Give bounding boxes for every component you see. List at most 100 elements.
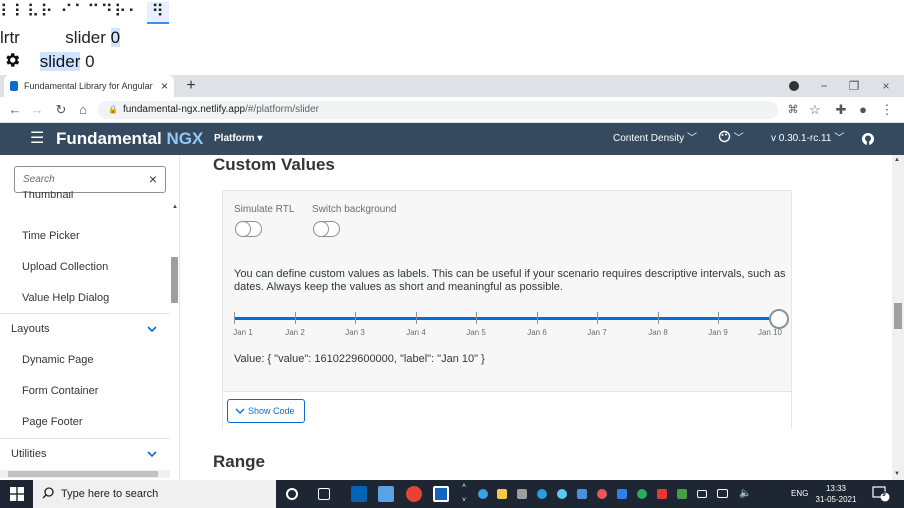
show-code-button[interactable]: Show Code xyxy=(227,399,305,423)
new-tab-button[interactable]: + xyxy=(182,75,200,97)
shell-bar: ☰ Fundamental NGX Platform ▾ Content Den… xyxy=(0,123,904,155)
tray-app-icon[interactable] xyxy=(577,489,587,499)
brand-title[interactable]: Fundamental NGX xyxy=(56,123,203,155)
translate-icon[interactable]: ⌘ xyxy=(784,97,802,123)
product-menu-button[interactable]: Platform ▾ xyxy=(214,123,262,155)
forward-icon[interactable]: → xyxy=(28,97,46,123)
taskbar-search-placeholder: Type here to search xyxy=(61,488,159,500)
sidebar-item-upload-collection[interactable]: Upload Collection xyxy=(0,252,170,283)
slider-label-selected: slider xyxy=(39,52,81,71)
search-input[interactable]: Search × xyxy=(14,166,166,193)
search-icon xyxy=(42,480,54,508)
cortana-icon[interactable] xyxy=(286,488,298,500)
notification-count: 9 xyxy=(882,491,886,498)
task-view-icon[interactable] xyxy=(318,488,330,500)
slider-tick xyxy=(476,312,477,324)
slider-tick-label: Jan 8 xyxy=(648,328,668,337)
braille-selected-cell[interactable]: ⠻ xyxy=(147,2,169,24)
page-scroll-up-icon[interactable]: ▲ xyxy=(894,157,900,163)
tray-app-icon[interactable] xyxy=(597,489,607,499)
sidebar-item-value-help-dialog[interactable]: Value Help Dialog xyxy=(0,283,170,314)
switch-background-label: Switch background xyxy=(312,204,397,215)
bookmark-star-icon[interactable]: ☆ xyxy=(806,97,824,123)
sidebar-item-thumbnail[interactable]: Thumbnail xyxy=(0,191,170,207)
page-scrollbar-thumb[interactable] xyxy=(894,303,902,329)
switch-background-toggle[interactable] xyxy=(313,221,340,237)
simulate-rtl-toggle[interactable] xyxy=(235,221,262,237)
clear-search-icon[interactable]: × xyxy=(149,167,157,192)
tab-title: Fundamental Library for Angular xyxy=(24,81,153,91)
github-icon[interactable] xyxy=(861,132,875,146)
battery-icon[interactable] xyxy=(697,490,707,498)
chevron-down-icon: ﹀ xyxy=(686,133,697,144)
home-icon[interactable]: ⌂ xyxy=(74,97,92,123)
browser-tab[interactable]: Fundamental Library for Angular × xyxy=(4,75,174,97)
volume-icon[interactable]: 🔈 xyxy=(739,480,751,508)
slider-tick xyxy=(234,312,235,324)
language-indicator[interactable]: ENG xyxy=(791,480,808,508)
sidebar-horizontal-scroll-thumb[interactable] xyxy=(8,471,158,477)
tab-close-icon[interactable]: × xyxy=(161,79,168,93)
slider-track[interactable] xyxy=(234,317,780,320)
sidebar-item-time-picker[interactable]: Time Picker xyxy=(0,221,170,252)
app-icon-2[interactable] xyxy=(433,486,449,502)
show-hidden-icons[interactable]: ˄ ˅ xyxy=(462,480,470,508)
notification-icon[interactable]: 9 xyxy=(872,486,890,502)
clock-time: 13:33 xyxy=(825,484,847,493)
palette-icon xyxy=(718,130,731,143)
tray-app-icon[interactable] xyxy=(677,489,687,499)
tray-mail-icon[interactable] xyxy=(497,489,507,499)
custom-values-slider[interactable]: Jan 1 Jan 2 Jan 3 Jan 4 Jan 5 Jan 6 Jan 7 Jan 8… xyxy=(233,309,789,341)
taskbar-search-input[interactable]: Type here to search xyxy=(33,480,276,508)
account-icon[interactable]: ● xyxy=(854,97,872,123)
example-card: Simulate RTL Switch background You can d… xyxy=(222,190,792,429)
slider-tick-label: Jan 1 xyxy=(233,328,253,337)
section-title: Custom Values xyxy=(213,155,335,174)
app-icon[interactable] xyxy=(378,486,394,502)
theme-dropdown[interactable]: ﹀ xyxy=(718,123,744,155)
version-dropdown[interactable]: v 0.30.1-rc.11 ﹀ xyxy=(771,123,844,155)
slider-tick-label: Jan 4 xyxy=(406,328,426,337)
scroll-up-icon[interactable]: ▲ xyxy=(172,204,178,210)
tray-app-icon[interactable] xyxy=(617,489,627,499)
slider-value: 0 xyxy=(110,28,121,47)
slider-tick xyxy=(355,312,356,324)
tray-app-icon[interactable] xyxy=(517,489,527,499)
tray-app-icon[interactable] xyxy=(478,489,488,499)
tray-app-icon[interactable] xyxy=(637,489,647,499)
tray-shield-icon[interactable] xyxy=(657,489,667,499)
tray-app-icon[interactable] xyxy=(537,489,547,499)
slider-tick xyxy=(718,312,719,324)
tray-app-icon[interactable] xyxy=(557,489,567,499)
sidebar-scrollbar-thumb[interactable] xyxy=(171,257,178,303)
sidebar-group-layouts[interactable]: Layouts xyxy=(0,313,170,344)
restore-button[interactable]: ❐ xyxy=(840,75,868,97)
close-window-button[interactable]: × xyxy=(872,75,900,97)
clock[interactable]: 13:33 31-05-2021 xyxy=(814,483,858,505)
minimize-button[interactable]: − xyxy=(810,75,838,97)
slider-tick-label: Jan 3 xyxy=(345,328,365,337)
slider-handle[interactable] xyxy=(769,309,789,329)
back-icon[interactable]: ← xyxy=(6,97,24,123)
page-scroll-down-icon[interactable]: ▼ xyxy=(894,471,900,477)
sidebar-item-dynamic-page[interactable]: Dynamic Page xyxy=(0,345,170,376)
browser-menu-icon[interactable]: ⋮ xyxy=(878,97,896,123)
version-label: v 0.30.1-rc.11 xyxy=(771,133,832,144)
network-icon[interactable] xyxy=(717,489,728,498)
sidebar-group-utilities[interactable]: Utilities xyxy=(0,438,170,469)
extensions-icon[interactable]: ✚ xyxy=(832,97,850,123)
reload-icon[interactable]: ↻ xyxy=(52,97,70,123)
chevron-down-icon: ﹀ xyxy=(834,133,845,144)
outlook-icon[interactable] xyxy=(351,486,367,502)
profile-icon[interactable] xyxy=(780,75,808,97)
url-field[interactable]: 🔒 fundamental-ngx.netlify.app/#/platform/… xyxy=(98,101,778,119)
hamburger-menu-icon[interactable]: ☰ xyxy=(30,123,44,155)
sidebar-item-form-container[interactable]: Form Container xyxy=(0,376,170,407)
chevron-down-icon: ﹀ xyxy=(733,133,744,144)
chrome-icon[interactable] xyxy=(406,486,422,502)
simulate-rtl-label: Simulate RTL xyxy=(234,204,295,215)
windows-start-icon[interactable] xyxy=(10,487,24,501)
sidebar-group-label: Utilities xyxy=(11,448,47,460)
sidebar-item-page-footer[interactable]: Page Footer xyxy=(0,407,170,438)
content-density-dropdown[interactable]: Content Density ﹀ xyxy=(613,123,697,155)
